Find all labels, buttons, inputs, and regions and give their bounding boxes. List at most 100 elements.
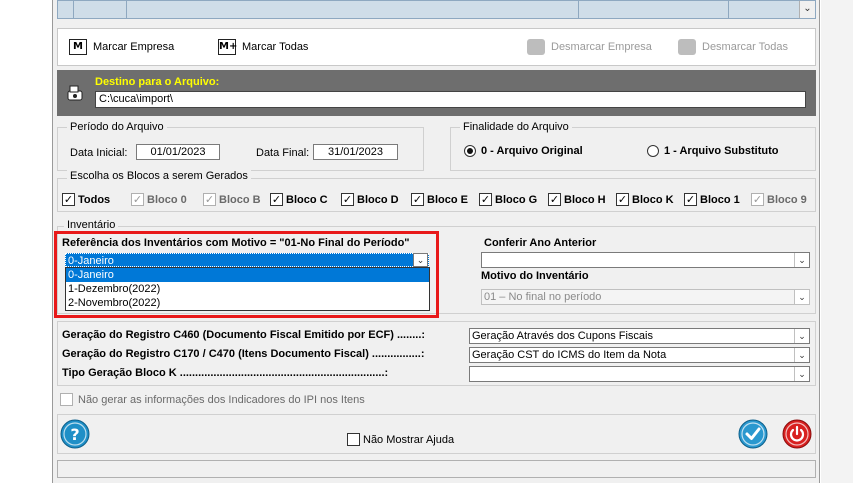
periodo-title: Período do Arquivo (67, 121, 167, 133)
c170-label: Geração do Registro C170 / C470 (Itens D… (62, 348, 425, 360)
checkbox-label: Bloco 9 (767, 193, 807, 206)
check-icon: ✓ (203, 193, 216, 206)
nao-mostrar-ajuda-label: Não Mostrar Ajuda (363, 433, 455, 446)
chevron-down-icon[interactable]: ⌄ (794, 329, 809, 343)
bloco-k-select[interactable]: ⌄ (469, 366, 810, 382)
checkbox-label: Bloco D (357, 193, 399, 206)
referencia-label: Referência dos Inventários com Motivo = … (62, 237, 410, 249)
checkbox-empty-icon (60, 393, 73, 406)
destination-title: Destino para o Arquivo: (95, 76, 220, 88)
check-icon: ✓ (341, 193, 354, 206)
c460-label: Geração do Registro C460 (Documento Fisc… (62, 329, 426, 341)
checkbox-bloco-c[interactable]: ✓ Bloco C (270, 193, 328, 206)
finalidade-title: Finalidade do Arquivo (460, 121, 572, 133)
radio-substituto-label: 1 - Arquivo Substituto (664, 145, 779, 157)
folder-disk-icon[interactable] (65, 84, 85, 102)
grid-column-divider (578, 1, 579, 18)
chevron-down-icon[interactable]: ⌄ (794, 348, 809, 362)
c170-value: Geração CST do ICMS do Item da Nota (472, 349, 667, 361)
inventario-title: Inventário (64, 219, 119, 231)
radio-original-label: 0 - Arquivo Original (481, 145, 583, 157)
blocos-title: Escolha os Blocos a serem Gerados (67, 170, 251, 182)
help-icon[interactable]: ? (60, 419, 90, 449)
check-icon: ✓ (62, 193, 75, 206)
checkbox-label: Bloco E (427, 193, 468, 206)
dropdown-option[interactable]: 2-Novembro(2022) (66, 296, 429, 310)
destination-path-input[interactable]: C:\cuca\import\ (95, 91, 806, 108)
chevron-down-icon[interactable]: ⌄ (794, 290, 809, 304)
data-inicial-input[interactable]: 01/01/2023 (136, 144, 220, 160)
svg-text:?: ? (70, 425, 79, 444)
chevron-down-icon[interactable]: ⌄ (794, 253, 809, 267)
grid-column-divider (126, 1, 127, 18)
checkbox-bloco-h[interactable]: ✓ Bloco H (548, 193, 606, 206)
background-strip (821, 0, 853, 483)
checkbox-bloco-g[interactable]: ✓ Bloco G (479, 193, 537, 206)
marcar-todas-label: Marcar Todas (242, 41, 309, 53)
check-icon: ✓ (751, 193, 764, 206)
marcar-todas-button[interactable]: M+ Marcar Todas (218, 39, 308, 55)
check-icon: ✓ (548, 193, 561, 206)
conferir-select[interactable]: ⌄ (481, 252, 810, 268)
c460-select[interactable]: Geração Através dos Cupons Fiscais ⌄ (469, 328, 810, 344)
referencia-dropdown-list: 0-Janeiro 1-Dezembro(2022) 2-Novembro(20… (65, 267, 430, 311)
checkbox-label: Bloco G (495, 193, 538, 206)
c460-value: Geração Através dos Cupons Fiscais (472, 330, 653, 342)
radio-arquivo-substituto[interactable]: 1 - Arquivo Substituto (647, 145, 778, 157)
desmarcar-empresa-label: Desmarcar Empresa (551, 41, 652, 53)
company-grid[interactable]: ⌄ (57, 0, 816, 19)
checkbox-todos[interactable]: ✓ Todos (62, 193, 110, 206)
desmarcar-todas-label: Desmarcar Todas (702, 41, 788, 53)
checkbox-bloco-1[interactable]: ✓ Bloco 1 (684, 193, 740, 206)
check-icon: ✓ (479, 193, 492, 206)
grid-column-divider (73, 1, 74, 18)
destination-panel: Destino para o Arquivo: C:\cuca\import\ (57, 70, 816, 116)
scroll-down-icon[interactable]: ⌄ (799, 1, 815, 18)
data-final-label: Data Final: (256, 147, 310, 159)
desmarcar-empresa-button[interactable]: Desmarcar Empresa (527, 39, 652, 55)
checkbox-nao-gerar-ipi[interactable]: Não gerar as informações dos Indicadores… (60, 393, 365, 406)
mark-icon: M (69, 39, 87, 55)
chevron-down-icon[interactable]: ⌄ (794, 367, 809, 381)
checkbox-bloco-0[interactable]: ✓ Bloco 0 (131, 193, 187, 206)
checkbox-label: Bloco K (632, 193, 674, 206)
bloco-k-label: Tipo Geração Bloco K ...................… (62, 367, 389, 379)
mark-all-icon: M+ (218, 39, 237, 55)
checkbox-label: Bloco B (219, 193, 261, 206)
power-icon[interactable] (782, 419, 812, 449)
desmarcar-todas-button[interactable]: Desmarcar Todas (678, 39, 788, 55)
marcar-empresa-button[interactable]: M Marcar Empresa (69, 39, 174, 55)
status-bar (57, 460, 816, 478)
checkbox-nao-mostrar-ajuda[interactable]: Não Mostrar Ajuda (347, 433, 454, 446)
ipi-label: Não gerar as informações dos Indicadores… (78, 393, 365, 406)
checkbox-bloco-9[interactable]: ✓ Bloco 9 (751, 193, 807, 206)
checkbox-label: Bloco H (564, 193, 606, 206)
checkbox-bloco-b[interactable]: ✓ Bloco B (203, 193, 261, 206)
referencia-select[interactable]: 0-Janeiro (65, 253, 429, 267)
checkbox-label: Bloco 1 (700, 193, 740, 206)
motivo-select[interactable]: 01 – No final no período ⌄ (481, 289, 810, 305)
checkbox-label: Bloco 0 (147, 193, 187, 206)
checkbox-label: Todos (78, 193, 111, 206)
checkbox-bloco-e[interactable]: ✓ Bloco E (411, 193, 468, 206)
chevron-down-icon[interactable]: ⌄ (413, 253, 428, 267)
dropdown-option[interactable]: 0-Janeiro (66, 268, 429, 282)
c170-select[interactable]: Geração CST do ICMS do Item da Nota ⌄ (469, 347, 810, 363)
motivo-label: Motivo do Inventário (481, 270, 589, 282)
grid-column-divider (728, 1, 729, 18)
radio-unselected-icon (647, 145, 659, 157)
check-icon: ✓ (131, 193, 144, 206)
checkbox-bloco-d[interactable]: ✓ Bloco D (341, 193, 399, 206)
data-final-input[interactable]: 31/01/2023 (313, 144, 398, 160)
conferir-label: Conferir Ano Anterior (484, 237, 597, 249)
check-icon: ✓ (684, 193, 697, 206)
dropdown-option[interactable]: 1-Dezembro(2022) (66, 282, 429, 296)
radio-arquivo-original[interactable]: 0 - Arquivo Original (464, 145, 583, 157)
checkbox-bloco-k[interactable]: ✓ Bloco K (616, 193, 674, 206)
checkbox-label: Bloco C (286, 193, 328, 206)
unmark-all-icon (678, 39, 696, 55)
confirm-check-icon[interactable] (738, 419, 768, 449)
checkbox-empty-icon (347, 433, 360, 446)
unmark-icon (527, 39, 545, 55)
data-inicial-label: Data Inicial: (70, 147, 128, 159)
